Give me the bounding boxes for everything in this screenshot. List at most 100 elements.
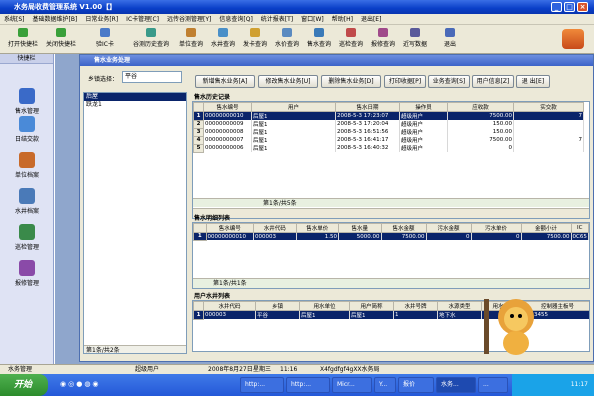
patrol-manage-icon — [19, 224, 35, 240]
column-header[interactable]: 水井号牌 — [393, 301, 438, 311]
edit-sale-button[interactable]: 修改售水业务[U] — [258, 75, 318, 88]
close-shortcut-button[interactable]: 关闭快捷栏 — [42, 27, 80, 52]
patrol-query-button[interactable]: 巡检查询 — [336, 27, 366, 52]
column-header[interactable]: 用水单位 — [299, 301, 350, 311]
column-header[interactable]: 水井代码 — [203, 301, 256, 311]
minimize-button[interactable]: _ — [551, 2, 562, 12]
town-list[interactable]: 后屋 跃龙1 第1条/共2条 — [83, 92, 187, 354]
sidebar-item-sales[interactable]: 售水管理 — [0, 88, 54, 115]
menu-basic-data[interactable]: 基础数据维护[B] — [29, 14, 82, 25]
issue-card-query-button[interactable]: 发卡查询 — [240, 27, 270, 52]
issue-card-icon — [250, 28, 260, 37]
list-item[interactable]: 跃龙1 — [84, 101, 186, 109]
maximize-button[interactable]: □ — [564, 2, 575, 12]
exit-window-button[interactable]: 退 出[E] — [516, 75, 550, 88]
taskbar-item[interactable]: http:... — [240, 377, 284, 393]
table-row[interactable]: 3 00000000008 后屋1 2008-5-3 16:51:56 超级用户 150.… — [193, 127, 584, 137]
start-button[interactable]: 开始 — [0, 374, 48, 396]
sidebar-item-daily-settlement[interactable]: 日结交款 — [0, 116, 54, 143]
toolbar: 打开快捷栏 关闭快捷栏 验IC卡 谷测历史查询 单位查询 水井查询 发卡查询 水… — [0, 25, 594, 54]
unit-query-button[interactable]: 单位查询 — [176, 27, 206, 52]
menu-remote[interactable]: 远传谷测管理[Y] — [163, 14, 215, 25]
column-header[interactable]: 应收款 — [447, 102, 514, 112]
card-icon — [100, 28, 110, 37]
recent-data-button[interactable]: 近写数据 — [400, 27, 430, 52]
sidebar-item-well-archive[interactable]: 水井档案 — [0, 188, 54, 215]
price-icon — [282, 28, 292, 37]
column-header[interactable]: 污水金额 — [425, 223, 472, 233]
repair-query-button[interactable]: 报修查询 — [368, 27, 398, 52]
column-header[interactable]: 金额小计 — [520, 223, 572, 233]
table-row[interactable]: 1 00000000010 后屋1 2008-5-3 17:23:07 超级用户 7500… — [193, 111, 584, 121]
taskbar: 开始 ◉◎●◍◉ http:... http:... Micr... Y... … — [0, 374, 594, 396]
menu-bar: 系统[S] 基础数据维护[B] 日常业务[R] IC卡管理[C] 远传谷测管理[Y] 信息… — [0, 14, 594, 25]
user-info-button[interactable]: 用户信息[Z] — [472, 75, 514, 88]
delete-sale-button[interactable]: 删除售水业务[D] — [321, 75, 381, 88]
list-item[interactable]: 后屋 — [84, 93, 186, 101]
clock[interactable]: 11:17 — [571, 381, 588, 388]
menu-exit[interactable]: 退出[E] — [357, 14, 385, 25]
sidebar-item-unit-archive[interactable]: 单位档案 — [0, 152, 54, 179]
column-header[interactable]: IC — [570, 223, 589, 233]
menu-help[interactable]: 帮助[H] — [328, 14, 357, 25]
sidebar-item-repair[interactable]: 报修管理 — [0, 260, 54, 287]
sale-query-button[interactable]: 售水查询 — [304, 27, 334, 52]
taskbar-item[interactable]: Y... — [374, 377, 396, 393]
column-header[interactable]: 售水金额 — [380, 223, 427, 233]
unit-icon — [186, 28, 196, 37]
column-header[interactable]: 污水单价 — [470, 223, 522, 233]
close-button[interactable]: × — [577, 2, 588, 12]
taskbar-item[interactable]: Micr... — [332, 377, 372, 393]
office-assistant-icon[interactable] — [478, 293, 544, 359]
well-query-button[interactable]: 水井查询 — [208, 27, 238, 52]
business-query-button[interactable]: 业务查询[S] — [428, 75, 470, 88]
town-filter-select[interactable]: 平谷 — [122, 71, 182, 83]
exit-button[interactable]: 退出 — [438, 27, 462, 52]
table-row[interactable]: 4 00000000007 后屋1 2008-5-3 16:41:17 超级用户 7500… — [193, 135, 584, 145]
column-header[interactable]: 售水编号 — [205, 223, 254, 233]
history-query-button[interactable]: 谷测历史查询 — [128, 27, 174, 52]
column-header[interactable]: 水井代码 — [253, 223, 297, 233]
taskbar-item[interactable]: 水务... — [436, 377, 476, 393]
column-header[interactable]: 用户简称 — [349, 301, 394, 311]
quick-launch[interactable]: ◉◎●◍◉ — [60, 380, 122, 390]
menu-window[interactable]: 窗口[W] — [297, 14, 328, 25]
menu-ic-card[interactable]: IC卡管理[C] — [122, 14, 163, 25]
menu-reports[interactable]: 统计报表[T] — [257, 14, 297, 25]
detail-table[interactable]: 售水编号 水井代码 售水单价 售水量 售水金额 污水金额 污水单价 金额小计 IC 1 00000… — [192, 222, 590, 289]
table-row[interactable]: 2 00000000009 后屋1 2008-5-3 17:20:04 超级用户 150.… — [193, 119, 584, 129]
table-row[interactable]: 1 00000000010 000003 1.50 5000.00 7500.00 0 0 75… — [193, 232, 589, 241]
column-header[interactable]: 操作员 — [399, 102, 448, 112]
town-list-footer: 第1条/共2条 — [84, 345, 186, 353]
status-bar: 水务管理 超级用户 2008年8月27日 星期三 11:16 X4fgdfgf4… — [0, 364, 594, 374]
column-header[interactable]: 用户 — [251, 102, 336, 112]
menu-daily[interactable]: 日常业务[R] — [81, 14, 122, 25]
column-header[interactable]: 售水量 — [338, 223, 382, 233]
menu-system[interactable]: 系统[S] — [0, 14, 29, 25]
column-header[interactable]: 售水单价 — [295, 223, 339, 233]
table-row[interactable]: 5 00000000006 后屋1 2008-5-3 16:40:32 超级用户 0 — [193, 143, 584, 153]
column-header[interactable]: 售水日期 — [335, 102, 400, 112]
menu-query[interactable]: 信息查询[Q] — [215, 14, 256, 25]
history-scrollbar[interactable] — [193, 208, 589, 218]
detail-footer: 第1条/共1条 — [193, 278, 589, 288]
price-query-button[interactable]: 水价查询 — [272, 27, 302, 52]
well-icon — [218, 28, 228, 37]
history-table[interactable]: 售水编号 用户 售水日期 操作员 应收款 实交款 1 00000000010 后屋1 2008-… — [192, 101, 590, 219]
verify-ic-card-button[interactable]: 验IC卡 — [92, 27, 118, 52]
open-shortcut-button[interactable]: 打开快捷栏 — [4, 27, 42, 52]
shortcut-sidebar: 快捷栏 售水管理 日结交款 单位档案 水井档案 巡检管理 报修管理 — [0, 54, 54, 364]
taskbar-item[interactable]: ... — [478, 377, 508, 393]
column-header[interactable]: 售水编号 — [203, 102, 252, 112]
sales-window: 售水业务处理 乡镇选择： 平谷 后屋 跃龙1 第1条/共2条 新增售水业务[A]… — [79, 54, 594, 362]
taskbar-item[interactable]: http:... — [286, 377, 330, 393]
sidebar-item-patrol[interactable]: 巡检管理 — [0, 224, 54, 251]
column-header[interactable]: 乡镇 — [255, 301, 300, 311]
column-header[interactable]: 水源类型 — [437, 301, 482, 311]
print-receipt-button[interactable]: 打印收据[P] — [384, 75, 426, 88]
history-icon — [146, 28, 156, 37]
add-sale-button[interactable]: 新增售水业务[A] — [195, 75, 255, 88]
sales-window-title: 售水业务处理 — [80, 55, 593, 66]
taskbar-item[interactable]: 报价 — [398, 377, 434, 393]
column-header[interactable]: 实交款 — [513, 102, 584, 112]
